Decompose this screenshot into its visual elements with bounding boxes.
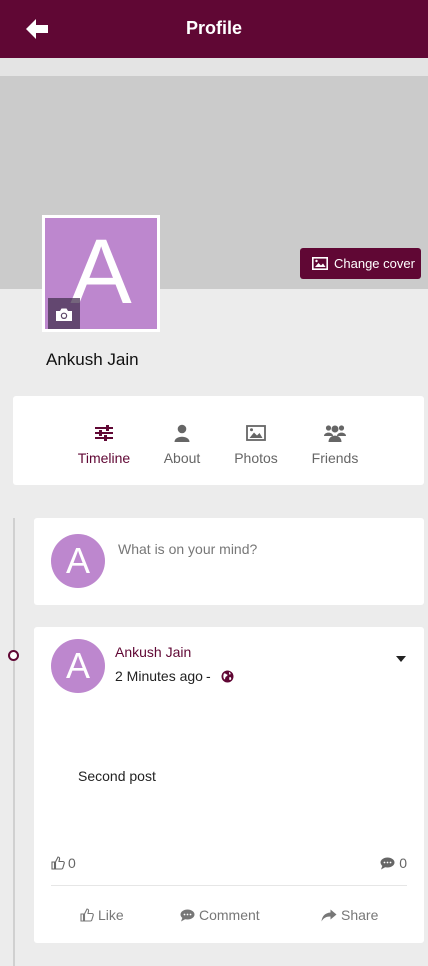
change-cover-label: Change cover [334, 256, 415, 271]
likes-count[interactable]: 0 [51, 855, 76, 871]
post-author[interactable]: Ankush Jain [115, 644, 191, 660]
tab-label: Photos [234, 450, 278, 466]
comment-icon [180, 909, 195, 921]
like-button[interactable]: Like [80, 907, 124, 923]
user-icon [161, 422, 203, 444]
image-icon [312, 257, 328, 270]
share-arrow-icon [321, 909, 337, 921]
tab-photos[interactable]: Photos [231, 422, 281, 466]
comment-label: Comment [199, 907, 260, 923]
post-composer[interactable]: A What is on your mind? [34, 518, 424, 605]
thumbs-up-icon [80, 908, 94, 922]
tab-label: Friends [311, 450, 359, 466]
post-time: 2 Minutes ago [115, 668, 203, 684]
post-time-separator: - [205, 668, 211, 684]
image-icon [231, 422, 281, 444]
post-meta: 2 Minutes ago - [115, 668, 234, 684]
timeline-line [13, 518, 15, 966]
tab-label: Timeline [77, 450, 131, 466]
tab-label: About [163, 450, 201, 466]
comment-button[interactable]: Comment [180, 907, 260, 923]
tab-timeline[interactable]: Timeline [75, 422, 133, 466]
profile-name: Ankush Jain [46, 350, 139, 369]
sliders-icon [75, 422, 133, 444]
tab-friends[interactable]: Friends [309, 422, 361, 466]
post-menu-caret-icon[interactable] [396, 649, 410, 662]
comments-count-value: 0 [399, 855, 407, 871]
profile-tabs: Timeline About Photos Friends [13, 396, 424, 485]
camera-icon[interactable] [48, 298, 80, 329]
avatar[interactable]: A [51, 639, 105, 693]
like-label: Like [98, 907, 124, 923]
timeline-dot [8, 650, 19, 661]
page-title: Profile [185, 18, 242, 38]
comments-count[interactable]: 0 [380, 855, 407, 871]
profile-avatar[interactable]: A [42, 215, 160, 332]
share-button[interactable]: Share [321, 907, 378, 923]
composer-input[interactable]: What is on your mind? [118, 541, 257, 557]
post-divider [51, 885, 407, 886]
globe-icon [221, 670, 234, 682]
share-label: Share [341, 907, 379, 923]
change-cover-button[interactable]: Change cover [300, 248, 421, 279]
app-bar: Profile [0, 0, 428, 58]
likes-count-value: 0 [68, 855, 76, 871]
avatar: A [51, 534, 105, 588]
users-icon [309, 422, 361, 444]
comment-icon [380, 857, 395, 869]
header-divider-strip [0, 58, 428, 76]
thumbs-up-icon [51, 856, 65, 870]
post-card: A Ankush Jain 2 Minutes ago - Second pos… [34, 627, 424, 943]
tab-about[interactable]: About [161, 422, 203, 466]
post-text: Second post [78, 768, 156, 784]
